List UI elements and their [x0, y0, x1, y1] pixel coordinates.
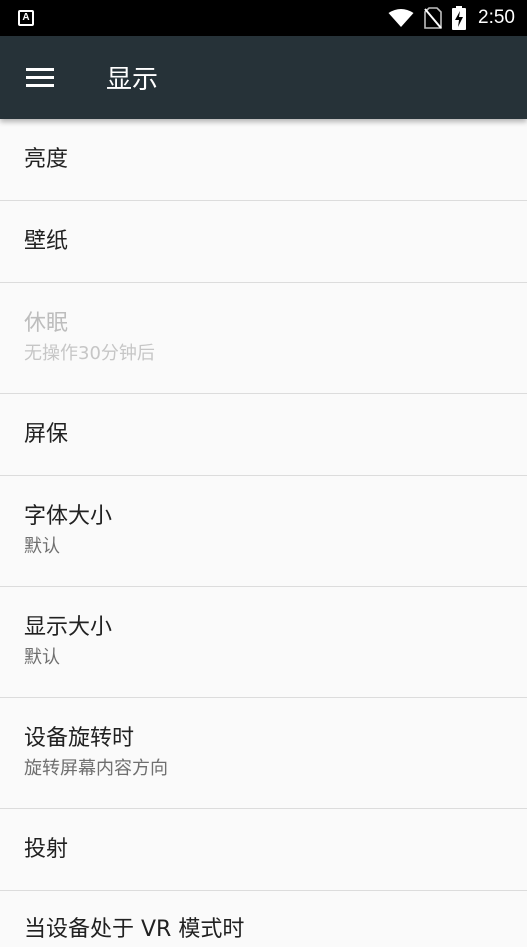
wifi-icon — [388, 9, 414, 27]
settings-list: 亮度 壁纸 休眠 无操作30分钟后 屏保 字体大小 默认 显示大小 默认 设备旋… — [0, 119, 527, 947]
setting-title: 当设备处于 VR 模式时 — [24, 917, 245, 942]
setting-font-size[interactable]: 字体大小 默认 — [0, 476, 527, 587]
setting-screensaver[interactable]: 屏保 — [0, 394, 527, 476]
setting-auto-rotate[interactable]: 设备旋转时 旋转屏幕内容方向 — [0, 698, 527, 809]
setting-summary: 无操作30分钟后 — [24, 343, 155, 364]
setting-display-size[interactable]: 显示大小 默认 — [0, 587, 527, 698]
hamburger-menu-icon — [26, 67, 54, 88]
setting-title: 设备旋转时 — [24, 726, 135, 751]
setting-summary: 默认 — [24, 647, 60, 668]
setting-summary: 默认 — [24, 536, 60, 557]
setting-brightness[interactable]: 亮度 — [0, 119, 527, 201]
setting-sleep: 休眠 无操作30分钟后 — [0, 283, 527, 394]
setting-title: 字体大小 — [24, 504, 113, 529]
setting-summary: 旋转屏幕内容方向 — [24, 758, 168, 779]
app-bar: 显示 — [0, 36, 527, 119]
setting-vr-mode[interactable]: 当设备处于 VR 模式时 — [0, 891, 527, 947]
setting-title: 亮度 — [24, 146, 69, 172]
setting-title: 屏保 — [24, 421, 69, 447]
status-bar: A 2:50 — [0, 0, 527, 36]
app-notification-icon: A — [18, 10, 34, 26]
page-title: 显示 — [106, 65, 159, 95]
setting-title: 休眠 — [24, 311, 69, 336]
no-sim-icon — [424, 7, 442, 29]
setting-title: 投射 — [24, 836, 69, 862]
setting-cast[interactable]: 投射 — [0, 809, 527, 891]
battery-charging-icon — [452, 6, 467, 30]
setting-wallpaper[interactable]: 壁纸 — [0, 201, 527, 283]
menu-button[interactable] — [0, 36, 82, 119]
setting-title: 显示大小 — [24, 615, 113, 640]
status-clock: 2:50 — [478, 7, 515, 28]
setting-title: 壁纸 — [24, 228, 69, 254]
